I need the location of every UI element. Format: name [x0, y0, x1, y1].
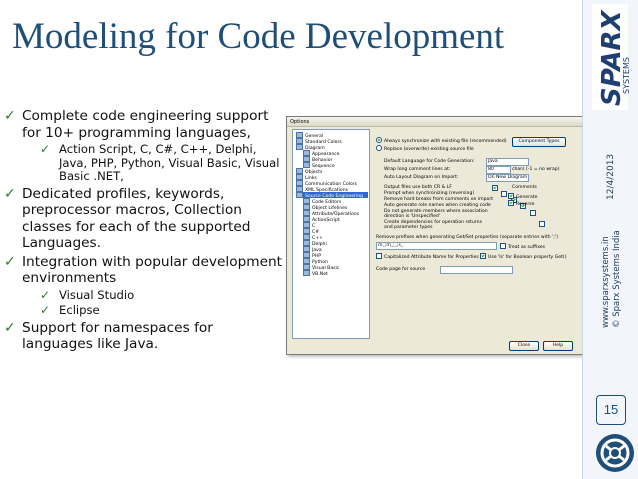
help-button[interactable]: Help: [543, 341, 573, 351]
bullet-item: ✓ Dedicated profiles, keywords, preproce…: [4, 186, 286, 252]
wrap-label: Wrap long comment lines at:: [384, 167, 451, 172]
options-panel: Always synchronize with existing file (r…: [372, 129, 582, 337]
checkbox[interactable]: [501, 191, 508, 197]
sub-bullet-item: ✓ Action Script, C, C#, C++, Delphi, Java…: [22, 142, 286, 184]
comments-label: Comments: [512, 185, 537, 190]
wrap-unit: chars (-1 = no wrap): [512, 167, 560, 172]
dialog-title-bar: Options: [287, 117, 587, 127]
check-icon: ✓: [4, 185, 16, 202]
check-icon: ✓: [40, 287, 51, 302]
capitalized-option[interactable]: Capitalized Attribute Name for Propertie…: [376, 253, 479, 260]
bullet-list: ✓ Complete code engineering support for …: [4, 108, 286, 355]
radio-sync[interactable]: Always synchronize with existing file (r…: [376, 137, 507, 144]
options-tree: General Standard Colors Diagram Appearan…: [292, 129, 370, 339]
checkbox[interactable]: [529, 210, 536, 216]
bullet-text: Support for namespaces for languages lik…: [22, 319, 213, 353]
treat-suffix[interactable]: Treat as suffixes: [500, 243, 545, 250]
code-page-label: Code page for source: [376, 267, 426, 272]
prefix-input[interactable]: m_;m_;_;s_: [376, 242, 497, 250]
sub-bullet-text: Eclipse: [59, 303, 100, 318]
slide-date: 12/4/2013: [606, 153, 616, 200]
sub-bullet-list: ✓ Visual Studio ✓ Eclipse: [22, 287, 286, 318]
default-language-label: Default Language for Code Generation:: [384, 159, 475, 164]
opt-label: Do not generate members where associatio…: [384, 209, 488, 219]
code-page-select[interactable]: [440, 266, 513, 274]
folder-icon: [303, 270, 310, 276]
sparx-logo: SPARX SYSTEMS: [590, 2, 632, 112]
check-icon: ✓: [4, 319, 16, 336]
opt-label: Auto generate role names when creating c…: [384, 203, 491, 208]
check-icon: ✓: [40, 142, 51, 156]
checkbox[interactable]: [480, 253, 486, 259]
dialog-title: Options: [290, 119, 310, 125]
check-icon: ✓: [4, 108, 16, 124]
opt-label: Prompt when synchronizing (reversing): [384, 191, 475, 196]
radio-replace[interactable]: Replace (overwrite) existing source file: [376, 145, 474, 152]
bullet-item: ✓ Support for namespaces for languages l…: [4, 320, 286, 353]
bullet-text: Integration with popular development env…: [22, 253, 283, 287]
opt-label: Output files use both CR & LF: [384, 185, 452, 190]
opt-label: Remove hard breaks from comments on impo…: [384, 197, 494, 202]
comments-reverse[interactable]: Reverse: [508, 200, 534, 207]
sub-bullet-item: ✓ Visual Studio: [22, 287, 286, 303]
checkbox[interactable]: [539, 221, 546, 227]
radio-button[interactable]: [376, 145, 382, 151]
bullet-item: ✓ Integration with popular development e…: [4, 254, 286, 318]
sub-bullet-item: ✓ Eclipse: [22, 304, 286, 318]
sub-bullet-text: Visual Studio: [59, 287, 135, 302]
opt-label: Create dependencies for operation return…: [384, 220, 482, 230]
checkbox[interactable]: [500, 243, 506, 249]
checkbox[interactable]: [508, 200, 514, 206]
default-language-select[interactable]: Java: [486, 158, 529, 166]
check-icon: ✓: [4, 253, 16, 270]
folder-icon: [296, 192, 303, 198]
checkbox[interactable]: [376, 253, 382, 259]
tree-item[interactable]: VB.Net: [303, 270, 328, 277]
options-dialog: Options General Standard Colors Diagram …: [286, 116, 588, 355]
sub-bullet-list: ✓ Action Script, C, C#, C++, Delphi, Java…: [22, 142, 286, 184]
bullet-text: Complete code engineering support for 10…: [22, 108, 269, 141]
page-number: 15: [596, 395, 626, 425]
checkbox[interactable]: [492, 185, 498, 191]
sparx-emblem-icon: [594, 432, 636, 474]
bullet-item: ✓ Complete code engineering support for …: [4, 108, 286, 184]
slide-title: Modeling for Code Development: [12, 16, 505, 57]
comments-generate[interactable]: Generate: [508, 193, 537, 200]
website-text: www.sparxsystems.in: [601, 236, 611, 328]
bullet-text: Dedicated profiles, keywords, preprocess…: [22, 185, 251, 252]
prefix-label: Remove prefixes when generating Get/Set …: [376, 235, 499, 240]
use-is-option[interactable]: Use 'Is' for Boolean property Get(): [480, 253, 567, 260]
auto-layout-select[interactable]: On New Diagram: [486, 174, 529, 182]
prefix-hint: (separate entries with ';'): [500, 235, 558, 240]
auto-layout-label: Auto Layout Diagram on Import:: [384, 175, 459, 180]
folder-icon: [296, 144, 303, 150]
checkbox[interactable]: [508, 193, 514, 199]
logo-sub-text: SYSTEMS: [622, 57, 631, 94]
copyright-text: © Sparx Systems India: [612, 230, 622, 328]
radio-button[interactable]: [376, 137, 382, 143]
sub-bullet-text: Action Script, C, C#, C++, Delphi, Java,…: [59, 142, 280, 184]
wrap-input[interactable]: 80: [486, 166, 511, 174]
close-button[interactable]: Close: [509, 341, 539, 351]
check-icon: ✓: [40, 303, 51, 318]
component-types-button[interactable]: Component Types: [512, 137, 566, 147]
